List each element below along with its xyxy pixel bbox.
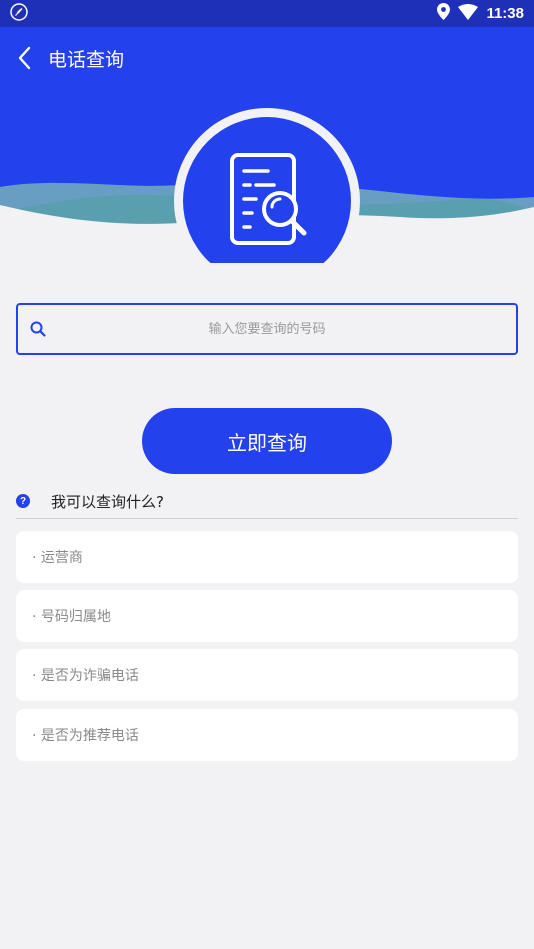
location-icon <box>437 3 451 24</box>
status-time: 11:38 <box>486 5 524 22</box>
faq-item-location: · 号码归属地 <box>16 590 518 642</box>
faq-item-label: · 号码归属地 <box>32 609 111 625</box>
query-button[interactable]: 立即查询 <box>142 408 392 474</box>
app-bar: 电话查询 <box>0 27 534 89</box>
search-input[interactable] <box>18 305 516 353</box>
back-button[interactable] <box>12 43 36 73</box>
search-icon <box>30 321 46 341</box>
faq-item-label: · 是否为推荐电话 <box>32 728 139 744</box>
emblem-mask <box>150 263 384 303</box>
document-search-icon <box>230 153 307 245</box>
faq-item-carrier: · 运营商 <box>16 531 518 583</box>
faq-item-label: · 运营商 <box>32 550 83 566</box>
faq-item-recommended: · 是否为推荐电话 <box>16 709 518 761</box>
faq-title: 我可以查询什么? <box>51 492 164 511</box>
rocket-icon <box>10 2 28 25</box>
status-right: 11:38 <box>437 3 524 24</box>
faq-item-label: · 是否为诈骗电话 <box>32 668 139 684</box>
faq-header: ? 我可以查询什么? <box>16 484 518 519</box>
help-icon: ? <box>16 494 30 508</box>
faq-item-fraud: · 是否为诈骗电话 <box>16 649 518 701</box>
wifi-icon <box>458 3 479 24</box>
page-title: 电话查询 <box>48 48 125 71</box>
emblem-inner <box>183 117 351 285</box>
status-left <box>10 2 28 25</box>
query-button-label: 立即查询 <box>227 430 307 455</box>
chevron-left-icon <box>18 46 31 70</box>
search-box[interactable] <box>16 303 518 355</box>
status-bar: 11:38 <box>0 0 534 27</box>
